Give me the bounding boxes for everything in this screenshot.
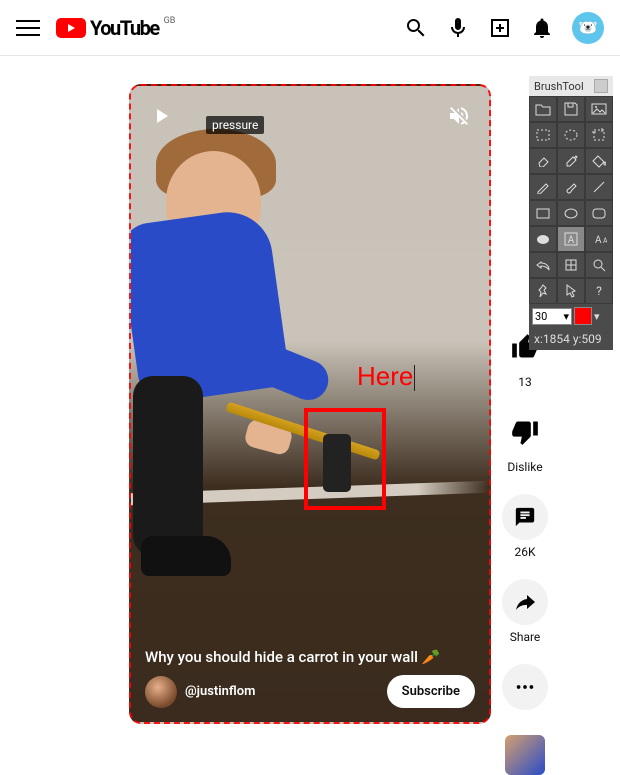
voice-search-icon[interactable] (446, 16, 470, 40)
video-bottom-bar: @justinflom Subscribe (145, 675, 475, 708)
action-rail: 13 Dislike 26K Share (502, 324, 548, 775)
undo-icon[interactable] (529, 252, 557, 278)
dislike-action: Dislike (502, 409, 548, 474)
like-count: 13 (518, 375, 532, 389)
filled-ellipse-icon[interactable] (529, 226, 557, 252)
grid-icon[interactable] (557, 252, 585, 278)
text-size-icon[interactable]: AA (585, 226, 613, 252)
menu-button[interactable] (16, 16, 40, 40)
dislike-label: Dislike (507, 460, 542, 474)
ellipse-icon[interactable] (557, 200, 585, 226)
coordinates-readout: x:1854 y:509 (529, 328, 613, 350)
brush-icon[interactable] (557, 174, 585, 200)
comments-button[interactable] (502, 494, 548, 540)
rectangle-icon[interactable] (529, 200, 557, 226)
rounded-rect-icon[interactable] (585, 200, 613, 226)
eyedropper-icon[interactable] (557, 148, 585, 174)
search-icon[interactable] (404, 16, 428, 40)
share-action: Share (502, 579, 548, 644)
rect-select-icon[interactable] (529, 122, 557, 148)
image-icon[interactable] (585, 96, 613, 122)
pencil-icon[interactable] (529, 174, 557, 200)
youtube-play-icon (56, 18, 86, 38)
share-button[interactable] (502, 579, 548, 625)
channel-handle: @justinflom (185, 684, 255, 699)
cursor-icon[interactable] (557, 278, 585, 304)
video-subject (129, 121, 331, 551)
share-label: Share (510, 630, 541, 644)
tool-controls: 30▾ ▾ (529, 304, 613, 328)
create-icon[interactable] (488, 16, 512, 40)
brush-size-select[interactable]: 30▾ (532, 308, 572, 325)
channel-info[interactable]: @justinflom (145, 676, 255, 708)
tool-close-box[interactable] (594, 79, 608, 93)
text-icon[interactable]: A (557, 226, 585, 252)
pin-icon[interactable] (529, 278, 557, 304)
notifications-icon[interactable] (530, 16, 554, 40)
eraser-icon[interactable] (529, 148, 557, 174)
video-tag: pressure (206, 116, 264, 134)
short-video[interactable]: pressure Here Why you should hide a carr… (129, 84, 491, 724)
play-icon[interactable] (149, 104, 173, 128)
top-bar: YouTube GB 🐻‍❄️ (0, 0, 620, 56)
video-caption: Why you should hide a carrot in your wal… (145, 648, 440, 666)
line-icon[interactable] (585, 174, 613, 200)
svg-text:A: A (568, 235, 575, 246)
dislike-button[interactable] (502, 409, 548, 455)
svg-text:A: A (595, 235, 602, 245)
svg-text:A: A (603, 237, 607, 245)
tool-title-text: BrushTool (534, 80, 584, 93)
bucket-icon[interactable] (585, 148, 613, 174)
more-action (502, 664, 548, 710)
annotation-text[interactable]: Here (357, 361, 415, 392)
lasso-select-icon[interactable] (557, 122, 585, 148)
zoom-icon[interactable] (585, 252, 613, 278)
sound-thumbnail[interactable] (505, 735, 545, 775)
region-label: GB (164, 16, 176, 26)
comments-action: 26K (502, 494, 548, 559)
tool-titlebar[interactable]: BrushTool (529, 76, 613, 96)
top-bar-left: YouTube GB (16, 16, 172, 40)
more-button[interactable] (502, 664, 548, 710)
user-avatar[interactable]: 🐻‍❄️ (572, 12, 604, 44)
top-bar-right: 🐻‍❄️ (404, 12, 604, 44)
crop-icon[interactable] (585, 122, 613, 148)
comments-count: 26K (514, 545, 535, 559)
channel-avatar (145, 676, 177, 708)
subscribe-button[interactable]: Subscribe (387, 675, 475, 708)
content-area: pressure Here Why you should hide a carr… (0, 56, 620, 740)
mute-icon[interactable] (447, 104, 471, 128)
youtube-logo[interactable]: YouTube GB (56, 16, 172, 40)
annotation-rectangle (304, 408, 386, 510)
open-icon[interactable] (529, 96, 557, 122)
tool-grid: A AA ? (529, 96, 613, 304)
brush-tool-panel[interactable]: BrushTool A AA ? 30▾ ▾ x:1854 y:509 (529, 76, 613, 350)
save-icon[interactable] (557, 96, 585, 122)
youtube-wordmark: YouTube (90, 16, 159, 40)
color-swatch[interactable] (574, 307, 592, 325)
svg-text:?: ? (596, 284, 602, 298)
help-icon[interactable]: ? (585, 278, 613, 304)
